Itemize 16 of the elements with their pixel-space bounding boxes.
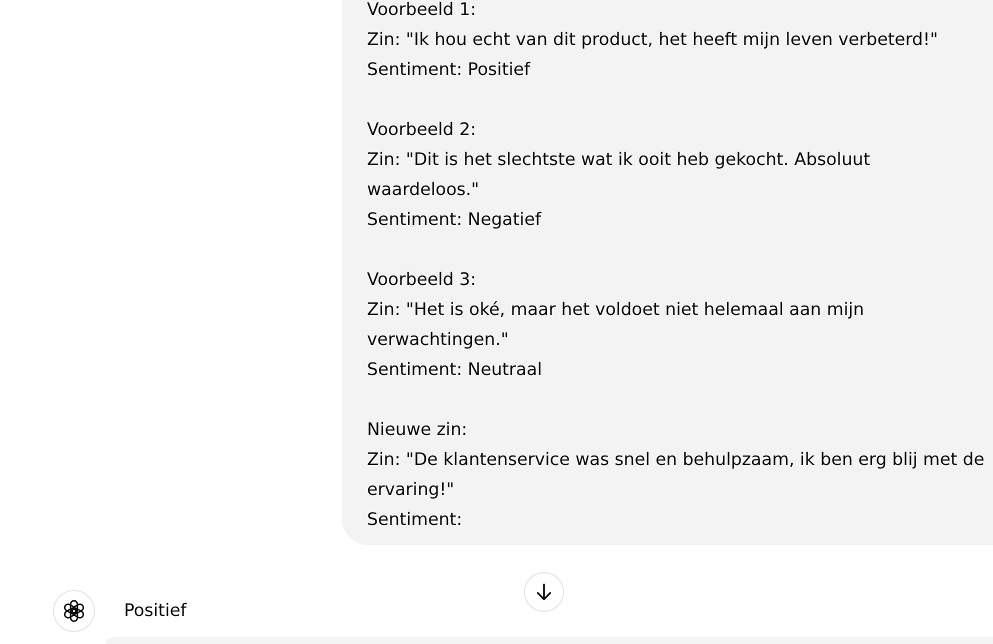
message-line: Sentiment: Negatief <box>367 209 542 232</box>
message-line: Zin: "Dit is het slechtste wat ik ooit heb gekocht. Absoluut waardeloos." <box>367 149 872 202</box>
arrow-down-icon <box>536 583 552 601</box>
message-line: Voorbeeld 1: <box>367 0 478 20</box>
message-line: Voorbeeld 2: <box>367 119 478 142</box>
message-line: Sentiment: Positief <box>367 59 532 82</box>
message-line: Nieuwe zin: <box>367 419 468 442</box>
assistant-message-text: Positief <box>124 600 186 623</box>
message-line: Sentiment: <box>367 509 464 532</box>
scroll-down-button[interactable] <box>524 572 564 612</box>
assistant-logo-icon <box>53 590 95 632</box>
message-line: Sentiment: Neutraal <box>367 359 544 382</box>
message-line: Voorbeeld 3: <box>367 269 478 292</box>
message-line: Zin: "De klantenservice was snel en behulpzaam, ik ben erg blij met de ervaring!" <box>367 449 986 502</box>
message-line: Zin: "Ik hou echt van dit product, het heeft mijn leven verbeterd!" <box>367 29 939 52</box>
message-line: Zin: "Het is oké, maar het voldoet niet helemaal aan mijn verwachtingen." <box>367 299 866 352</box>
